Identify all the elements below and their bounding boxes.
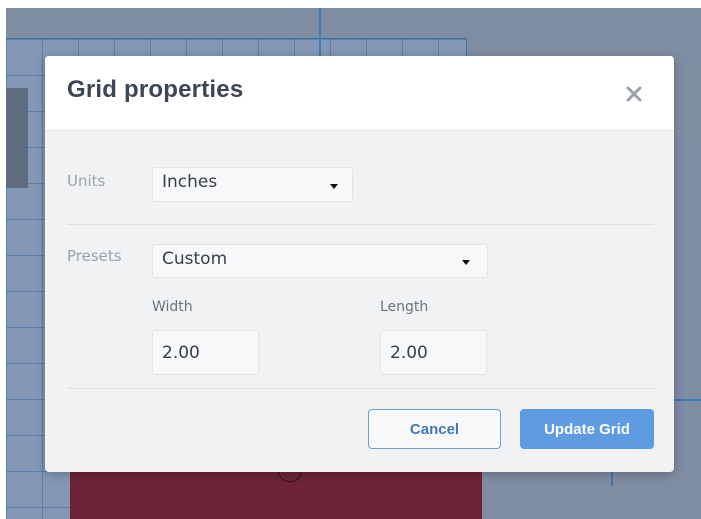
units-label: Units: [67, 172, 106, 190]
units-selected-value: Inches: [162, 172, 218, 192]
update-grid-button[interactable]: Update Grid: [520, 409, 654, 449]
grid-properties-dialog: Grid properties Units Inches Presets Cus…: [45, 56, 674, 472]
width-input[interactable]: [152, 330, 259, 375]
canvas-text-fragment: [6, 88, 28, 188]
caret-down-icon: [462, 260, 470, 265]
dialog-header: Grid properties: [45, 56, 674, 131]
divider: [67, 388, 654, 389]
divider: [67, 224, 654, 225]
close-icon: [626, 86, 642, 102]
presets-label: Presets: [67, 247, 122, 265]
canvas-design-shape: [70, 470, 482, 519]
units-dropdown[interactable]: Inches: [152, 167, 353, 202]
caret-down-icon: [330, 184, 338, 189]
length-input[interactable]: [380, 330, 487, 375]
close-button[interactable]: [623, 83, 645, 105]
cancel-button[interactable]: Cancel: [368, 409, 501, 449]
presets-dropdown[interactable]: Custom: [152, 244, 488, 278]
width-label: Width: [152, 299, 193, 315]
length-label: Length: [380, 299, 429, 315]
dialog-title: Grid properties: [67, 76, 244, 103]
presets-selected-value: Custom: [162, 249, 228, 269]
